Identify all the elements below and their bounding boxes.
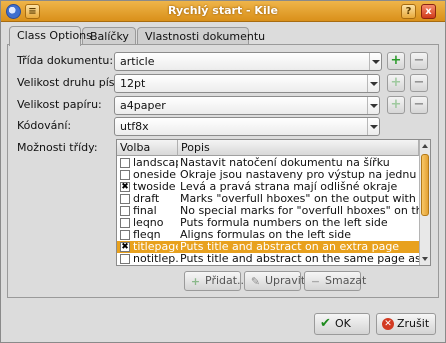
add-option-button[interactable]: + Přidat...	[184, 271, 248, 291]
remove-paper-size-button[interactable]: −	[410, 96, 428, 114]
tab-class-options[interactable]: Class Options	[9, 26, 92, 46]
list-item[interactable]: draft Marks "overfull hboxes" on the out…	[117, 193, 419, 205]
add-font-size-button[interactable]: +	[387, 74, 405, 92]
quick-start-dialog: ≡ Rychlý start - Kile ? x Class Options …	[0, 0, 446, 343]
close-window-button[interactable]: x	[421, 4, 436, 19]
remove-class-button[interactable]: −	[410, 52, 428, 70]
add-paper-size-button[interactable]: +	[387, 96, 405, 114]
option-checkbox-checked[interactable]: ✖	[120, 182, 130, 192]
option-checkbox[interactable]	[120, 230, 130, 240]
chevron-down-icon[interactable]	[367, 118, 379, 135]
add-class-button[interactable]: +	[387, 52, 405, 70]
paper-size-combo[interactable]: a4paper	[114, 96, 380, 115]
option-name: fleqn	[133, 229, 161, 241]
option-checkbox[interactable]	[120, 206, 130, 216]
doc-class-combo[interactable]: article	[114, 52, 382, 71]
option-description: Puts title and abstract on an extra page	[180, 241, 400, 253]
option-checkbox[interactable]	[120, 254, 130, 264]
list-item[interactable]: landscape Nastavit natočení dokumentu na…	[117, 157, 419, 169]
option-description: No special marks for "overfull hboxes" o…	[180, 205, 419, 217]
plus-icon: +	[390, 97, 402, 112]
option-checkbox[interactable]	[120, 170, 130, 180]
scroll-down-icon[interactable]	[420, 254, 430, 264]
delete-option-button[interactable]: − Smazat	[304, 271, 366, 291]
option-description: Levá a pravá strana mají odlišné okraje	[180, 181, 398, 193]
paper-size-label: Velikost papíru:	[17, 98, 102, 111]
option-checkbox[interactable]	[120, 218, 130, 228]
class-options-list[interactable]: Volba Popis landscape Nastavit natočení …	[116, 139, 431, 266]
column-header-option[interactable]: Volba	[117, 140, 178, 156]
edit-option-button[interactable]: ✎ Upravit...	[244, 271, 316, 291]
chevron-down-icon[interactable]	[367, 97, 379, 114]
minus-icon: −	[413, 75, 425, 90]
list-item[interactable]: oneside Okraje jsou nastaveny pro výstup…	[117, 169, 419, 181]
remove-font-size-button[interactable]: −	[410, 74, 428, 92]
chevron-down-icon[interactable]	[369, 53, 381, 70]
option-description: Okraje jsou nastaveny pro výstup na jedn…	[180, 169, 419, 181]
column-header-description[interactable]: Popis	[178, 140, 419, 156]
edit-icon: ✎	[250, 275, 261, 288]
minus-icon: −	[413, 53, 425, 68]
title-bar[interactable]: ≡ Rychlý start - Kile ? x	[1, 1, 445, 22]
ok-label: OK	[335, 317, 351, 330]
plus-icon: +	[390, 53, 402, 68]
font-size-combo[interactable]: 12pt	[114, 74, 380, 93]
option-name: twoside	[133, 181, 176, 193]
cancel-button[interactable]: ✕ Zrušit	[376, 313, 436, 335]
option-name: oneside	[133, 169, 177, 181]
encoding-label: Kódování:	[17, 119, 72, 132]
chevron-down-icon[interactable]	[367, 75, 379, 92]
class-options-label: Možnosti třídy:	[17, 141, 98, 154]
option-checkbox[interactable]	[120, 194, 130, 204]
list-item[interactable]: notitlep... Puts title and abstract on t…	[117, 253, 419, 265]
tab-document-properties[interactable]: Vlastnosti dokumentu	[137, 27, 265, 45]
minus-icon: −	[413, 97, 425, 112]
font-size-value: 12pt	[120, 77, 146, 90]
scroll-thumb[interactable]	[421, 154, 429, 216]
add-option-label: Přidat...	[205, 274, 248, 287]
option-name: draft	[133, 193, 160, 205]
option-name: landscape	[133, 157, 178, 169]
option-description: Nastavit natočení dokumentu na šířku	[180, 157, 390, 169]
list-scrollbar[interactable]	[419, 140, 430, 265]
encoding-value: utf8x	[120, 120, 149, 133]
option-description: Aligns formulas on the left side	[180, 229, 352, 241]
option-checkbox[interactable]	[120, 158, 130, 168]
scroll-up-icon[interactable]	[420, 141, 430, 151]
minus-icon: −	[310, 275, 321, 288]
doc-class-value: article	[120, 55, 155, 68]
option-name: leqno	[133, 217, 164, 229]
plus-icon: +	[190, 275, 201, 288]
option-description: Puts formula numbers on the left side	[180, 217, 388, 229]
window-title: Rychlý start - Kile	[168, 4, 278, 17]
option-checkbox-checked[interactable]: ✖	[120, 242, 130, 252]
paper-size-value: a4paper	[120, 99, 166, 112]
list-item[interactable]: leqno Puts formula numbers on the left s…	[117, 217, 419, 229]
option-name: titlepage	[133, 241, 178, 253]
cancel-label: Zrušit	[397, 317, 430, 330]
encoding-combo[interactable]: utf8x	[114, 117, 380, 136]
ok-button[interactable]: ✔ OK	[314, 313, 370, 335]
option-description: Marks "overfull hboxes" on the output wi…	[180, 193, 419, 205]
option-description: Puts title and abstract on the same page…	[180, 253, 419, 265]
doc-class-label: Třída dokumentu:	[17, 54, 114, 67]
cancel-icon: ✕	[382, 318, 394, 330]
help-button[interactable]: ?	[401, 4, 416, 19]
list-item[interactable]: final No special marks for "overfull hbo…	[117, 205, 419, 217]
plus-icon: +	[390, 75, 402, 90]
option-name: final	[133, 205, 157, 217]
list-item[interactable]: ✖ twoside Levá a pravá strana mají odliš…	[117, 181, 419, 193]
check-icon: ✔	[320, 316, 331, 331]
option-name: notitlep...	[133, 253, 178, 265]
list-item-selected[interactable]: ✖ titlepage Puts title and abstract on a…	[117, 241, 419, 253]
list-item[interactable]: fleqn Aligns formulas on the left side	[117, 229, 419, 241]
delete-option-label: Smazat	[325, 274, 367, 287]
